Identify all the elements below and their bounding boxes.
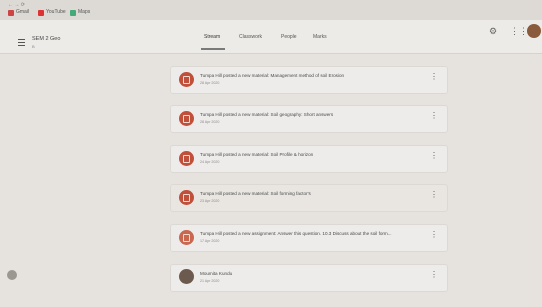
more-vert-icon[interactable]: ⋮ <box>430 191 438 199</box>
stream-item-date: 21 Apr 2020 <box>200 279 220 283</box>
more-vert-icon[interactable]: ⋮ <box>430 112 438 120</box>
gear-icon[interactable]: ⚙ <box>489 26 497 37</box>
stream-item[interactable]: Tumpa Hill posted a new material: Soil P… <box>170 145 448 173</box>
browser-nav-icons[interactable]: ← → ⟳ <box>8 2 25 8</box>
bookmark-maps[interactable]: Maps <box>70 9 90 16</box>
apps-grid-icon[interactable]: ⋮⋮ <box>510 26 528 37</box>
more-vert-icon[interactable]: ⋮ <box>430 152 438 160</box>
stream-item[interactable]: Moumita Kundu 21 Apr 2020 ⋮ <box>170 264 448 292</box>
tab-stream[interactable]: Stream <box>204 34 220 40</box>
tab-marks[interactable]: Marks <box>313 34 327 40</box>
bookmark-youtube[interactable]: YouTube <box>38 9 66 16</box>
stream-item-date: 24 Apr 2020 <box>200 160 220 164</box>
stream-item[interactable]: Tumpa Hill posted a new material: Soil f… <box>170 184 448 212</box>
bookmark-gmail[interactable]: Gmail <box>8 9 29 16</box>
classroom-header: SEM 2 Geo B <box>0 20 542 54</box>
material-doc-icon <box>179 111 194 126</box>
stream-item[interactable]: Tumpa Hill posted a new assignment: Answ… <box>170 224 448 252</box>
more-vert-icon[interactable]: ⋮ <box>430 271 438 279</box>
stream-item-date: 23 Apr 2020 <box>200 199 220 203</box>
active-tab-indicator <box>201 48 225 50</box>
stream-item-date: 28 Apr 2020 <box>200 81 220 85</box>
more-vert-icon[interactable]: ⋮ <box>430 73 438 81</box>
avatar[interactable] <box>527 24 541 38</box>
stream-item-text: Tumpa Hill posted a new material: Soil g… <box>200 112 334 117</box>
stream-item-author: Moumita Kundu <box>200 271 233 276</box>
course-section: B <box>32 44 35 49</box>
material-doc-icon <box>179 190 194 205</box>
course-title[interactable]: SEM 2 Geo <box>32 36 60 42</box>
tab-classwork[interactable]: Classwork <box>239 34 262 40</box>
stream-item-text: Tumpa Hill posted a new material: Soil f… <box>200 191 311 196</box>
gmail-icon <box>8 9 14 16</box>
stream-item-text: Tumpa Hill posted a new material: Manage… <box>200 73 345 78</box>
stream-item-text: Tumpa Hill posted a new assignment: Answ… <box>200 231 392 236</box>
youtube-icon <box>38 9 44 16</box>
stream-item[interactable]: Tumpa Hill posted a new material: Manage… <box>170 66 448 94</box>
stream-item-text: Tumpa Hill posted a new material: Soil P… <box>200 152 314 157</box>
maps-icon <box>70 9 76 16</box>
assignment-icon <box>179 230 194 245</box>
material-doc-icon <box>179 151 194 166</box>
material-doc-icon <box>179 72 194 87</box>
stream-item-date: 28 Apr 2020 <box>200 120 220 124</box>
help-icon[interactable] <box>7 270 17 280</box>
browser-toolbar: ← → ⟳ Gmail YouTube Maps <box>0 0 542 21</box>
more-vert-icon[interactable]: ⋮ <box>430 231 438 239</box>
tab-people[interactable]: People <box>281 34 297 40</box>
stream-item-date: 17 Apr 2020 <box>200 239 220 243</box>
hamburger-menu-icon[interactable] <box>18 39 25 46</box>
avatar <box>179 269 194 284</box>
stream-item[interactable]: Tumpa Hill posted a new material: Soil g… <box>170 105 448 133</box>
